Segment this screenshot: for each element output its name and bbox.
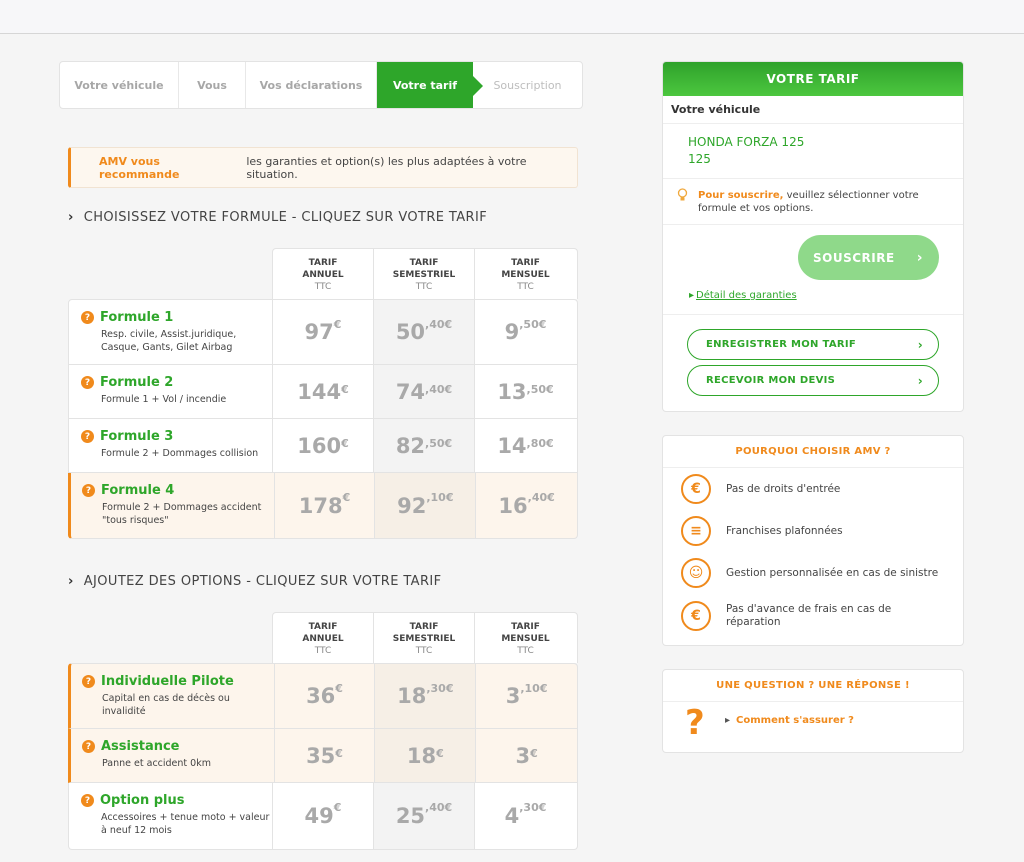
options-table: TARIF ANNUEL TTC TARIF SEMESTRIEL TTC TARIF M…: [68, 612, 578, 850]
help-icon[interactable]: ?: [82, 484, 95, 497]
formule-name-cell: ? Formule 3 Formule 2 + Dommages collisio…: [69, 419, 273, 472]
price-mensuel[interactable]: 13,50€: [475, 365, 576, 418]
step-souscription: Souscription: [493, 78, 562, 92]
help-icon[interactable]: ?: [82, 740, 95, 753]
price-annuel[interactable]: 160 €: [273, 419, 374, 472]
euro-icon: €: [681, 474, 711, 504]
section-formule-title: › CHOISISSEZ VOTRE FORMULE - CLIQUEZ SUR …: [68, 210, 488, 225]
divider: [663, 314, 963, 315]
why-item: ☺ Gestion personnalisée en cas de sinistr…: [681, 558, 938, 588]
formule-name-cell: ? Formule 2 Formule 1 + Vol / incendie: [69, 365, 273, 418]
price-annuel[interactable]: 35 €: [275, 729, 376, 782]
chevron-right-icon: ›: [68, 574, 74, 589]
detail-garanties-link[interactable]: Détail des garanties: [689, 290, 797, 301]
option-row-2: ? Assistance Panne et accident 0km 35 € 18…: [68, 729, 578, 783]
comment-assurer-link[interactable]: Comment s'assurer ?: [725, 715, 854, 726]
why-item: € Pas d'avance de frais en cas de réparat…: [681, 601, 941, 631]
tarif-title: VOTRE TARIF: [663, 62, 963, 96]
formule-name-cell: ? Formule 1 Resp. civile, Assist.juridiqu…: [69, 300, 273, 364]
subscribe-note: Pour souscrire, veuillez sélectionner vo…: [663, 179, 963, 225]
browser-top-bar: [0, 0, 1024, 34]
help-icon[interactable]: ?: [81, 430, 94, 443]
formule-row-2: ? Formule 2 Formule 1 + Vol / incendie 14…: [68, 365, 578, 419]
chevron-right-icon: ›: [917, 337, 923, 352]
price-semestriel[interactable]: 92,10€: [375, 473, 477, 538]
options-table-header: TARIF ANNUEL TTC TARIF SEMESTRIEL TTC TARIF M…: [272, 612, 578, 663]
vehicle-label: Votre véhicule: [663, 96, 963, 124]
option-name-cell: ? Assistance Panne et accident 0km: [71, 729, 275, 782]
why-item: ≡ Franchises plafonnées: [681, 516, 843, 546]
header-annuel: TARIF ANNUEL TTC: [273, 249, 374, 299]
help-icon[interactable]: ?: [82, 675, 95, 688]
price-annuel[interactable]: 49 €: [273, 783, 374, 849]
chevron-right-icon: ›: [917, 373, 923, 388]
price-semestriel[interactable]: 18,30€: [375, 664, 477, 728]
receive-devis-button[interactable]: RECEVOIR MON DEVIS ›: [687, 365, 939, 396]
step-vehicule[interactable]: Votre véhicule: [60, 62, 179, 108]
step-tarif[interactable]: Votre tarif: [377, 62, 483, 108]
why-title: POURQUOI CHOISIR AMV ?: [663, 436, 963, 468]
souscrire-button[interactable]: SOUSCRIRE ›: [798, 235, 939, 280]
price-annuel[interactable]: 97 €: [273, 300, 374, 364]
why-item: € Pas de droits d'entrée: [681, 474, 840, 504]
formule-name-cell: ? Formule 4 Formule 2 + Dommages accident…: [71, 473, 275, 538]
formule-row-4: ? Formule 4 Formule 2 + Dommages accident…: [68, 473, 578, 539]
chevron-right-icon: ›: [916, 249, 923, 266]
tarif-panel: VOTRE TARIF Votre véhicule HONDA FORZA 1…: [662, 61, 964, 412]
price-annuel[interactable]: 36 €: [275, 664, 376, 728]
formule-row-3: ? Formule 3 Formule 2 + Dommages collisio…: [68, 419, 578, 473]
user-icon: ☺: [681, 558, 711, 588]
price-semestriel[interactable]: 74,40€: [374, 365, 475, 418]
price-semestriel[interactable]: 82,50€: [374, 419, 475, 472]
option-row-1: ? Individuelle Pilote Capital en cas de d…: [68, 663, 578, 729]
recommendation-banner: AMV vous recommande les garanties et opt…: [68, 147, 578, 188]
formules-table: TARIF ANNUEL TTC TARIF SEMESTRIEL TTC TARIF M…: [68, 248, 578, 539]
price-mensuel[interactable]: 16,40€: [476, 473, 577, 538]
header-semestriel: TARIF SEMESTRIEL TTC: [374, 613, 475, 663]
vehicle-name: HONDA FORZA 125 125: [663, 124, 963, 179]
price-mensuel[interactable]: 9,50€: [475, 300, 576, 364]
formules-table-header: TARIF ANNUEL TTC TARIF SEMESTRIEL TTC TARIF M…: [272, 248, 578, 299]
price-semestriel[interactable]: 25,40€: [374, 783, 475, 849]
help-icon[interactable]: ?: [81, 794, 94, 807]
help-icon[interactable]: ?: [81, 376, 94, 389]
formule-row-1: ? Formule 1 Resp. civile, Assist.juridiqu…: [68, 299, 578, 365]
header-mensuel: TARIF MENSUEL TTC: [501, 258, 550, 292]
option-name-cell: ? Individuelle Pilote Capital en cas de d…: [71, 664, 275, 728]
section-options-title: › AJOUTEZ DES OPTIONS - CLIQUEZ SUR VOTRE…: [68, 574, 442, 589]
help-icon[interactable]: ?: [81, 311, 94, 324]
option-row-3: ? Option plus Accessoires + tenue moto + …: [68, 783, 578, 850]
header-mensuel: TARIF MENSUEL TTC: [501, 622, 550, 656]
lightbulb-icon: [677, 188, 688, 201]
price-semestriel[interactable]: 18 €: [375, 729, 477, 782]
option-name-cell: ? Option plus Accessoires + tenue moto + …: [69, 783, 273, 849]
chevron-right-icon: ›: [68, 210, 74, 225]
header-annuel: TARIF ANNUEL TTC: [273, 613, 374, 663]
price-mensuel[interactable]: 14,80€: [475, 419, 576, 472]
price-mensuel[interactable]: 4,30€: [475, 783, 576, 849]
price-annuel[interactable]: 178 €: [275, 473, 376, 538]
step-vous[interactable]: Vous: [179, 62, 246, 108]
price-semestriel[interactable]: 50,40€: [374, 300, 475, 364]
faq-title: UNE QUESTION ? UNE RÉPONSE !: [663, 670, 963, 702]
price-mensuel[interactable]: 3,10€: [476, 664, 577, 728]
header-semestriel: TARIF SEMESTRIEL TTC: [374, 249, 475, 299]
save-tarif-button[interactable]: ENREGISTRER MON TARIF ›: [687, 329, 939, 360]
faq-box: UNE QUESTION ? UNE RÉPONSE ! ? Comment s…: [662, 669, 964, 753]
coins-icon: ≡: [681, 516, 711, 546]
question-icon: ?: [685, 703, 705, 743]
reco-text: les garanties et option(s) les plus adap…: [246, 154, 527, 181]
reco-highlight: AMV vous recommande: [99, 154, 180, 181]
stepper: Votre véhicule Vous Vos déclarations Vot…: [59, 61, 583, 109]
price-mensuel[interactable]: 3 €: [476, 729, 577, 782]
euro-icon: €: [681, 601, 711, 631]
step-declarations[interactable]: Vos déclarations: [246, 62, 377, 108]
why-amv-box: POURQUOI CHOISIR AMV ? € Pas de droits d'…: [662, 435, 964, 646]
price-annuel[interactable]: 144 €: [273, 365, 374, 418]
